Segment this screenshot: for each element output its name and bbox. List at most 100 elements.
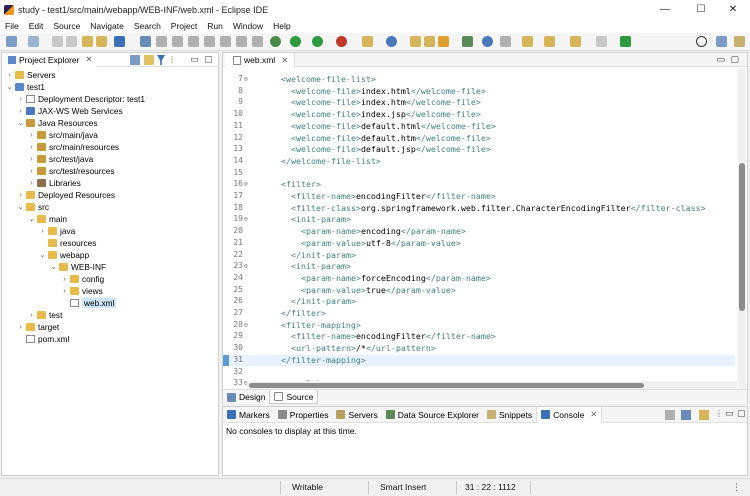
tree-item[interactable]: ⌄ test1	[6, 81, 45, 93]
tree-item[interactable]: › JAX-WS Web Services	[17, 105, 122, 117]
run-icon[interactable]	[290, 36, 301, 47]
maximize-editor-icon[interactable]: ▢	[730, 54, 739, 65]
code-line[interactable]: <welcome-file>index.html</welcome-file>	[271, 86, 486, 98]
step-return-icon[interactable]	[252, 36, 263, 47]
chevron-right-icon[interactable]: ›	[61, 276, 68, 283]
tree-item[interactable]: ⌄ src	[17, 201, 50, 213]
step-into-icon[interactable]	[220, 36, 231, 47]
chevron-down-icon[interactable]: ⌄	[17, 203, 24, 211]
collapse-all-icon[interactable]	[130, 55, 140, 65]
code-line[interactable]: <welcome-file>default.html</welcome-file…	[271, 121, 496, 133]
search-toolbar-icon[interactable]	[424, 36, 435, 47]
tree-item[interactable]: web.xml	[61, 297, 117, 309]
tree-item[interactable]: › test	[28, 309, 62, 321]
status-menu-icon[interactable]: ⋮	[732, 482, 741, 493]
tree-item[interactable]: › Deployment Descriptor: test1	[17, 93, 145, 105]
maximize-view-icon[interactable]: ▢	[204, 54, 213, 65]
skip-breakpoints-icon[interactable]	[140, 36, 151, 47]
filter-icon[interactable]	[157, 55, 165, 65]
minimize-button[interactable]: —	[648, 0, 682, 19]
chevron-right-icon[interactable]: ›	[28, 156, 35, 163]
tree-item[interactable]: › Servers	[6, 69, 55, 81]
open-type-icon[interactable]	[82, 36, 93, 47]
chevron-right-icon[interactable]: ›	[28, 168, 35, 175]
next-annotation-icon[interactable]	[522, 36, 533, 47]
code-line[interactable]: <filter>	[271, 179, 321, 191]
suspend-icon[interactable]	[172, 36, 183, 47]
fold-toggle-icon[interactable]: ⊖	[244, 180, 248, 188]
close-view-icon[interactable]: ✕	[85, 54, 92, 65]
tree-item[interactable]: › Deployed Resources	[17, 189, 115, 201]
new-icon[interactable]	[6, 36, 17, 47]
code-line[interactable]: <param-value>utf-8</param-value>	[271, 238, 461, 250]
chevron-down-icon[interactable]: ⌄	[39, 251, 46, 259]
code-line[interactable]: <init-param>	[271, 214, 351, 226]
tree-item[interactable]: › target	[17, 321, 59, 333]
chevron-right-icon[interactable]: ›	[28, 312, 35, 319]
terminate-icon[interactable]	[188, 36, 199, 47]
tree-item[interactable]: › Libraries	[28, 177, 81, 189]
tab-project-explorer[interactable]: Project Explorer ✕	[2, 52, 97, 67]
tab-web-xml[interactable]: web.xml ✕	[225, 53, 296, 67]
tree-item[interactable]: › config	[61, 273, 104, 285]
code-line[interactable]: </filter-mapping>	[271, 355, 366, 367]
chevron-right-icon[interactable]: ›	[17, 108, 24, 115]
resume-icon[interactable]	[156, 36, 167, 47]
back-icon[interactable]	[544, 36, 555, 47]
menu-file[interactable]: File	[0, 21, 24, 31]
tree-item[interactable]: › views	[61, 285, 102, 297]
code-line[interactable]: <welcome-file>index.jsp</welcome-file>	[271, 109, 481, 121]
console-view-menu-icon[interactable]: ⋮	[715, 409, 723, 418]
code-line[interactable]: <filter-name>encodingFilter</filter-name…	[271, 331, 496, 343]
annotation-icon[interactable]	[500, 36, 511, 47]
code-line[interactable]: </filter>	[271, 308, 326, 320]
horizontal-scrollbar-thumb[interactable]	[249, 383, 644, 388]
tree-item[interactable]: › src/main/java	[28, 129, 98, 141]
fold-toggle-icon[interactable]: ⊖	[244, 321, 248, 329]
tree-item[interactable]: ⌄ WEB-INF	[50, 261, 106, 273]
tree-item[interactable]: › src/main/resources	[28, 141, 119, 153]
code-line[interactable]: </init-param>	[271, 296, 356, 308]
chevron-right-icon[interactable]: ›	[39, 228, 46, 235]
external-tools-icon[interactable]	[336, 36, 347, 47]
code-line[interactable]: <welcome-file>index.htm</welcome-file>	[271, 97, 481, 109]
search-icon[interactable]	[696, 36, 707, 47]
menu-search[interactable]: Search	[129, 21, 166, 31]
globe-icon[interactable]	[482, 36, 493, 47]
code-line[interactable]: <filter-class>org.springframework.web.fi…	[271, 203, 706, 215]
tab-design[interactable]: Design	[223, 390, 269, 404]
maximize-button[interactable]: ☐	[684, 0, 718, 19]
chevron-down-icon[interactable]: ⌄	[17, 119, 24, 127]
tree-item[interactable]: ⌄ main	[28, 213, 67, 225]
toggle-ant-icon[interactable]	[462, 36, 473, 47]
minimize-view-icon[interactable]: ▭	[190, 54, 199, 65]
code-line[interactable]: </init-param>	[271, 250, 356, 262]
tree-item[interactable]: pom.xml	[17, 333, 69, 345]
code-line[interactable]: <filter-name>encodingFilter</filter-name…	[271, 191, 496, 203]
maximize-console-icon[interactable]: ▢	[737, 408, 746, 419]
tree-item[interactable]: ⌄ Java Resources	[17, 117, 98, 129]
tab-data-source-explorer[interactable]: Data Source Explorer	[382, 407, 483, 423]
open-resource-icon[interactable]	[96, 36, 107, 47]
last-edit-icon[interactable]	[596, 36, 607, 47]
forward-icon[interactable]	[570, 36, 581, 47]
menu-help[interactable]: Help	[268, 21, 295, 31]
minimize-console-icon[interactable]: ▭	[725, 408, 734, 419]
debug-icon[interactable]	[270, 36, 281, 47]
minimize-editor-icon[interactable]: ▭	[716, 54, 725, 65]
disconnect-icon[interactable]	[204, 36, 215, 47]
view-menu-icon[interactable]: ⋮	[168, 55, 176, 64]
coverage-icon[interactable]	[312, 36, 323, 47]
console-icon[interactable]	[114, 36, 125, 47]
chevron-right-icon[interactable]: ›	[17, 96, 24, 103]
chevron-right-icon[interactable]: ›	[17, 324, 24, 331]
tab-console[interactable]: Console ✕	[536, 406, 603, 423]
display-console-icon[interactable]	[681, 410, 691, 420]
menu-navigate[interactable]: Navigate	[85, 21, 129, 31]
code-line[interactable]: <param-name>encoding</param-name>	[271, 226, 466, 238]
fold-toggle-icon[interactable]: ⊖	[244, 75, 248, 83]
code-editor[interactable]: 7 ⊖ <welcome-file-list> 8 <welcome-file>inde…	[223, 68, 735, 394]
fold-toggle-icon[interactable]: ⊖	[244, 215, 248, 223]
pin-editor-icon[interactable]	[620, 36, 631, 47]
code-line[interactable]: <url-pattern>/*</url-pattern>	[271, 343, 436, 355]
